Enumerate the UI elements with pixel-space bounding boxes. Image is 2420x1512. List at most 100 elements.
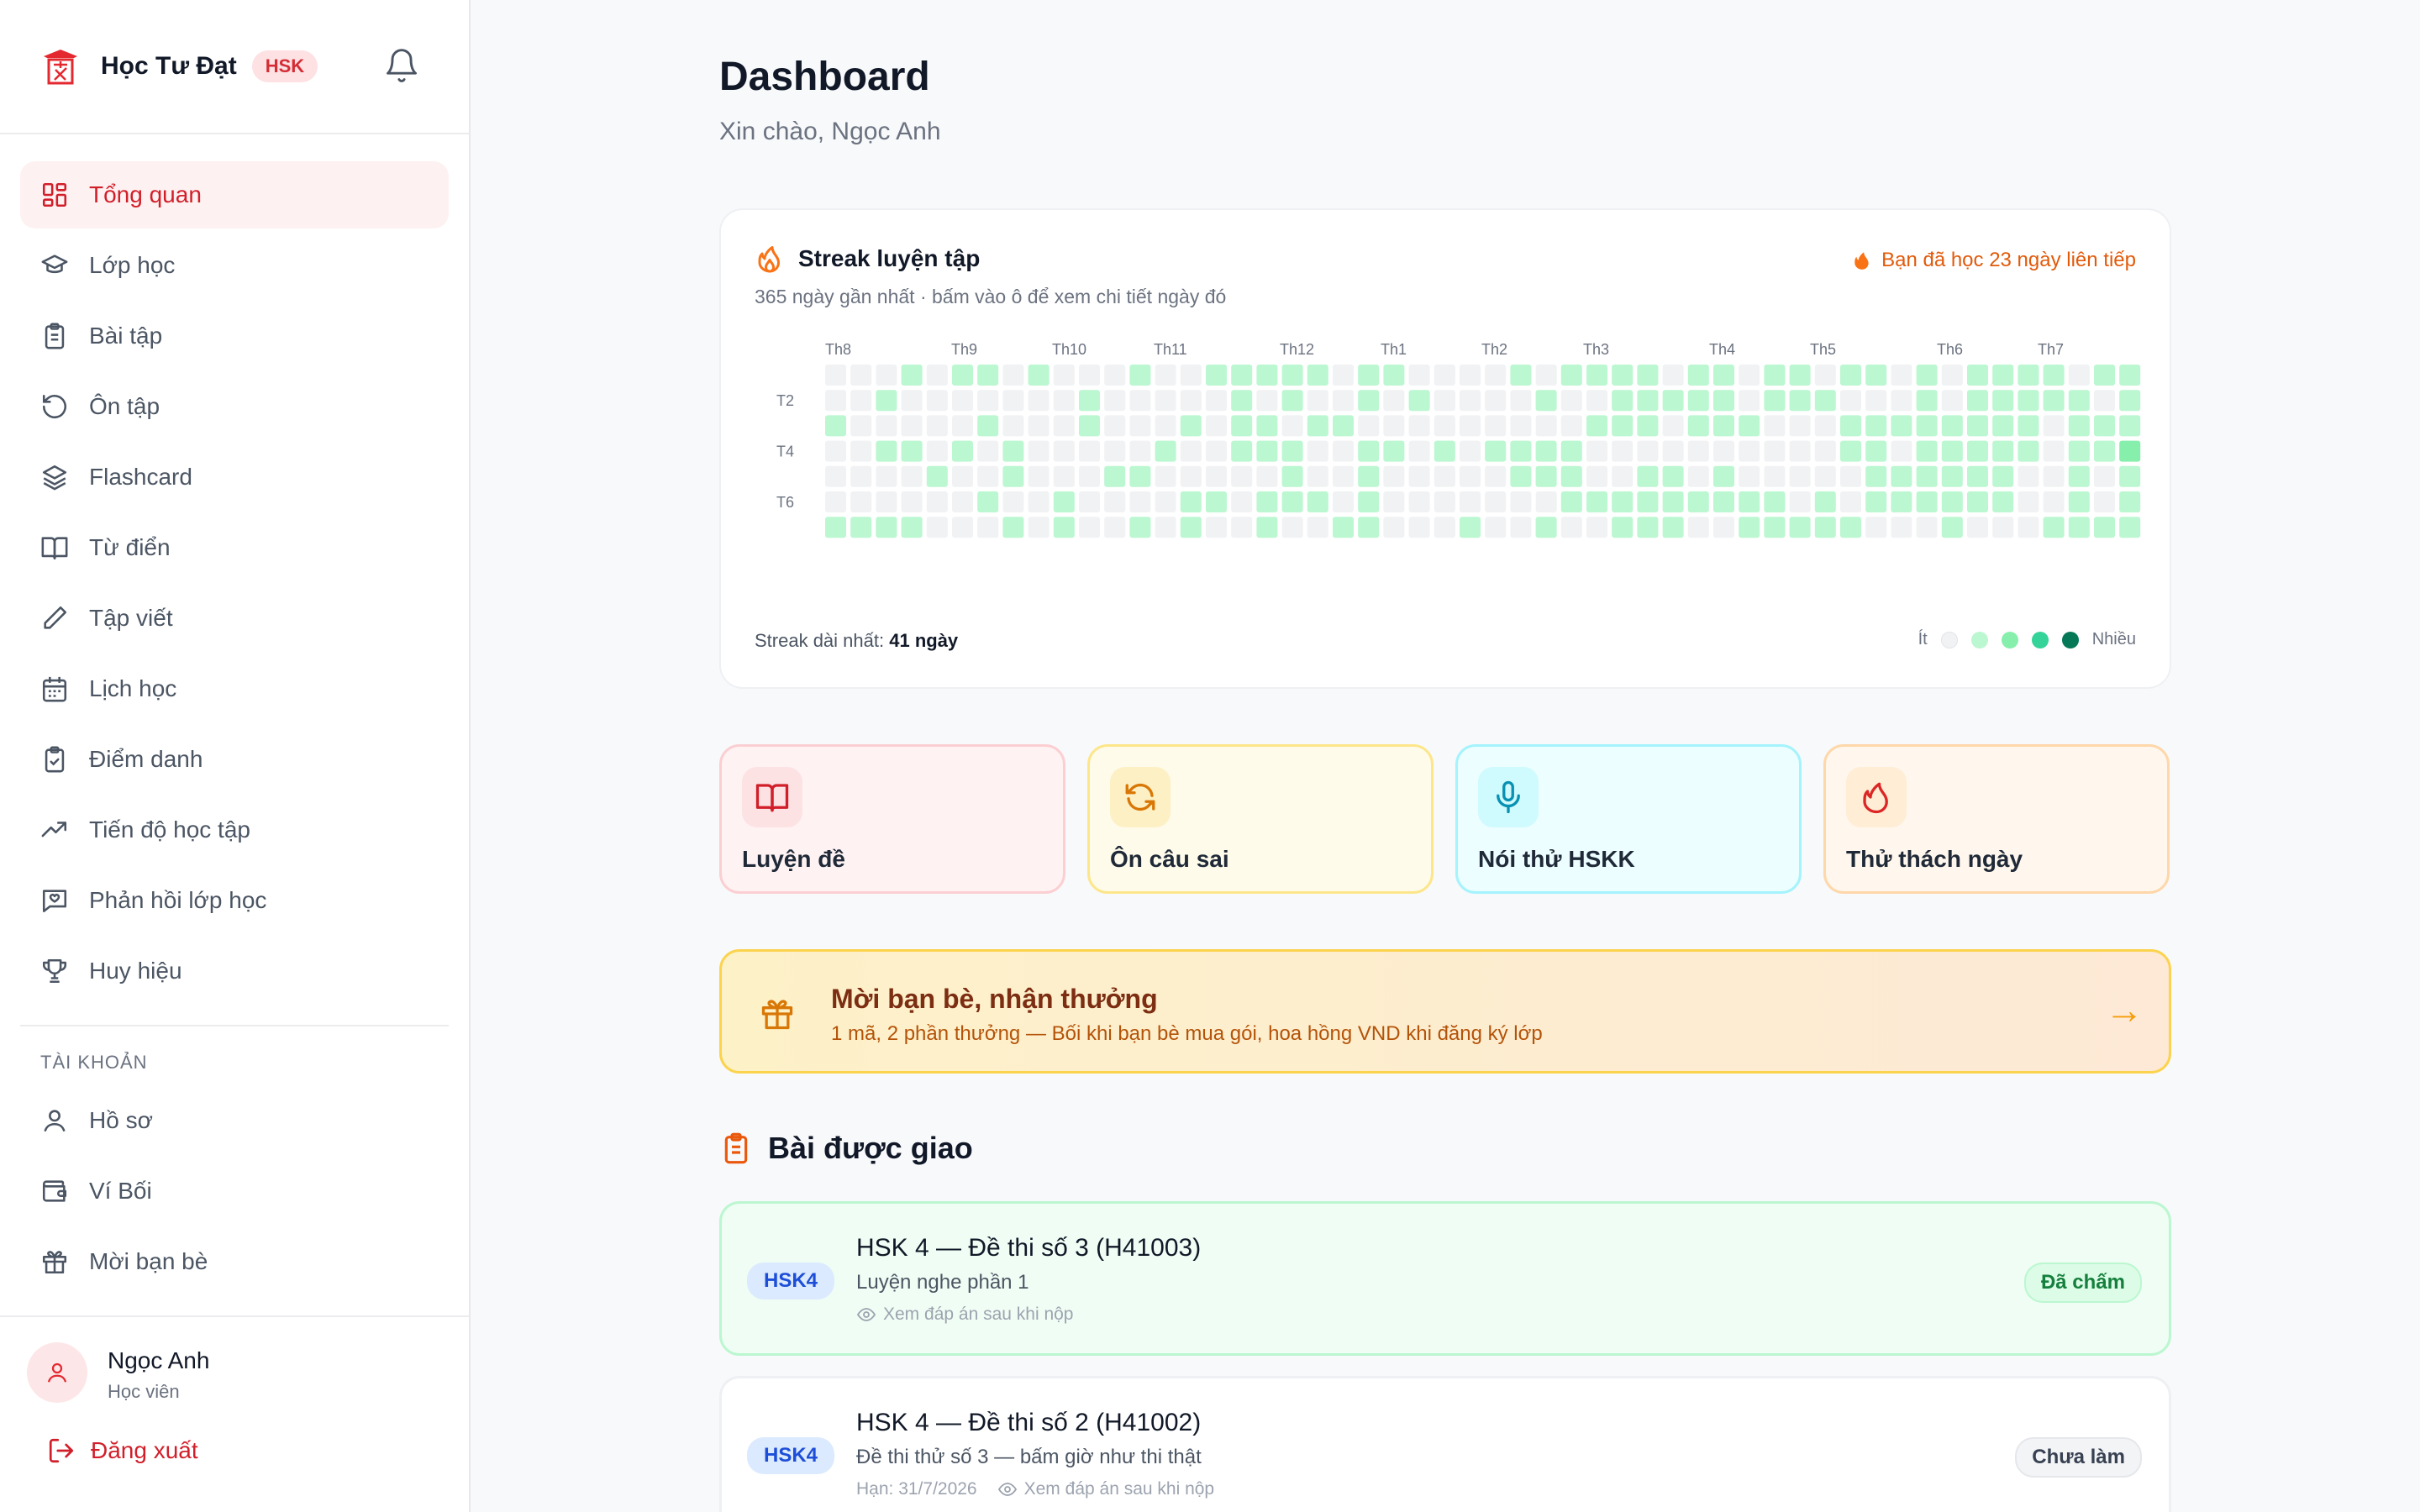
heatmap-cell[interactable] [1687,415,1709,437]
heatmap-cell[interactable] [1941,491,1963,512]
heatmap-cell[interactable] [1840,465,1861,487]
heatmap-cell[interactable] [1612,491,1634,512]
heatmap-cell[interactable] [1992,440,2014,462]
heatmap-cell[interactable] [2043,365,2065,386]
heatmap-cell[interactable] [2068,365,2090,386]
heatmap-cell[interactable] [1510,465,1532,487]
heatmap-cell[interactable] [952,390,973,412]
heatmap-cell[interactable] [1231,415,1253,437]
heatmap-cell[interactable] [1408,517,1430,538]
heatmap-cell[interactable] [926,491,948,512]
heatmap-cell[interactable] [2068,465,2090,487]
heatmap-cell[interactable] [1485,517,1507,538]
heatmap-cell[interactable] [2018,491,2039,512]
tile-noi-thu-hskk[interactable]: Nói thử HSKK [1455,744,1802,894]
heatmap-cell[interactable] [1434,465,1455,487]
heatmap-cell[interactable] [1155,517,1176,538]
heatmap-cell[interactable] [1662,415,1684,437]
heatmap-cell[interactable] [1333,440,1354,462]
heatmap-cell[interactable] [952,415,973,437]
heatmap-cell[interactable] [1307,365,1328,386]
heatmap-cell[interactable] [850,517,872,538]
heatmap-cell[interactable] [1916,491,1938,512]
heatmap-cell[interactable] [1434,390,1455,412]
heatmap-cell[interactable] [1612,517,1634,538]
heatmap-cell[interactable] [1028,440,1050,462]
heatmap-cell[interactable] [1129,440,1151,462]
heatmap-cell[interactable] [1079,365,1100,386]
heatmap-cell[interactable] [1333,415,1354,437]
heatmap-cell[interactable] [1256,491,1278,512]
heatmap-cell[interactable] [876,415,897,437]
nav-item-tu-dien[interactable]: Từ điển [20,514,449,581]
heatmap-cell[interactable] [1840,440,1861,462]
heatmap-cell[interactable] [1383,415,1405,437]
heatmap-cell[interactable] [1814,491,1836,512]
heatmap-cell[interactable] [1586,465,1607,487]
assignment-card[interactable]: HSK4 HSK 4 — Đề thi số 3 (H41003) Luyện … [719,1201,2171,1356]
heatmap-cell[interactable] [1028,365,1050,386]
heatmap-cell[interactable] [1739,517,1760,538]
heatmap-cell[interactable] [1865,517,1887,538]
heatmap-cell[interactable] [1383,365,1405,386]
nav-item-phan-hoi[interactable]: Phản hồi lớp học [20,867,449,934]
heatmap-cell[interactable] [1079,415,1100,437]
heatmap-cell[interactable] [1865,415,1887,437]
heatmap-cell[interactable] [1383,390,1405,412]
heatmap-cell[interactable] [1992,491,2014,512]
nav-item-flashcard[interactable]: Flashcard [20,444,449,511]
heatmap-cell[interactable] [1764,440,1786,462]
heatmap-cell[interactable] [1358,491,1380,512]
heatmap-cell[interactable] [2043,465,2065,487]
heatmap-cell[interactable] [1333,491,1354,512]
arrow-right-icon[interactable]: → [2105,987,2144,1032]
heatmap-cell[interactable] [2043,517,2065,538]
heatmap-cell[interactable] [1333,365,1354,386]
heatmap-cell[interactable] [1560,517,1582,538]
heatmap-cell[interactable] [977,390,999,412]
heatmap-cell[interactable] [1408,415,1430,437]
heatmap-cell[interactable] [1713,365,1734,386]
heatmap-cell[interactable] [1002,491,1024,512]
heatmap-cell[interactable] [1662,465,1684,487]
heatmap-cell[interactable] [1358,415,1380,437]
heatmap-cell[interactable] [1814,465,1836,487]
heatmap-cell[interactable] [1129,465,1151,487]
heatmap-cell[interactable] [1713,390,1734,412]
heatmap-cell[interactable] [1129,415,1151,437]
heatmap-cell[interactable] [1307,491,1328,512]
heatmap-cell[interactable] [1941,465,1963,487]
heatmap-cell[interactable] [825,365,846,386]
heatmap-cell[interactable] [1307,465,1328,487]
heatmap-cell[interactable] [1789,491,1811,512]
heatmap-cell[interactable] [1586,517,1607,538]
heatmap-cell[interactable] [901,390,923,412]
heatmap-cell[interactable] [825,440,846,462]
bell-icon[interactable] [383,47,420,84]
heatmap-cell[interactable] [1231,491,1253,512]
nav-item-on-tap[interactable]: Ôn tập [20,373,449,440]
heatmap-cell[interactable] [1408,390,1430,412]
heatmap-cell[interactable] [1789,440,1811,462]
heatmap-cell[interactable] [1206,365,1227,386]
heatmap-cell[interactable] [2043,415,2065,437]
heatmap-cell[interactable] [1739,440,1760,462]
heatmap-cell[interactable] [1891,517,1912,538]
heatmap-cell[interactable] [1358,465,1380,487]
heatmap-cell[interactable] [876,440,897,462]
heatmap-cell[interactable] [1434,440,1455,462]
heatmap-cell[interactable] [1408,440,1430,462]
heatmap-cell[interactable] [850,415,872,437]
heatmap-cell[interactable] [1180,517,1202,538]
heatmap-cell[interactable] [977,517,999,538]
heatmap-cell[interactable] [876,517,897,538]
heatmap-cell[interactable] [1155,440,1176,462]
nav-item-moi-ban[interactable]: Mời bạn bè [20,1228,449,1295]
heatmap-cell[interactable] [1307,390,1328,412]
heatmap-cell[interactable] [1180,390,1202,412]
heatmap-cell[interactable] [1891,390,1912,412]
heatmap-cell[interactable] [1941,440,1963,462]
heatmap-cell[interactable] [1053,390,1075,412]
heatmap-cell[interactable] [1840,415,1861,437]
heatmap-cell[interactable] [2119,390,2141,412]
